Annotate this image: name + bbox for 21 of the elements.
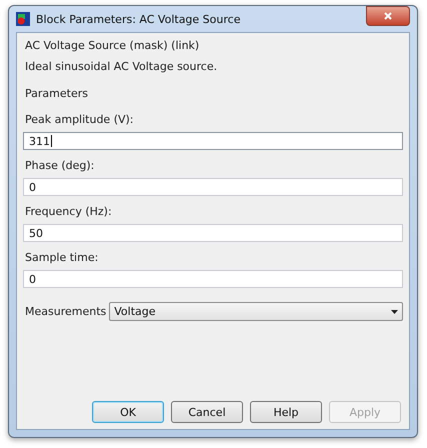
dialog-button[interactable]: OK bbox=[92, 401, 164, 423]
app-icon bbox=[16, 12, 30, 26]
block-header: AC Voltage Source (mask) (link) bbox=[24, 39, 200, 52]
close-button[interactable] bbox=[366, 6, 410, 26]
field-label: Sample time: bbox=[24, 250, 100, 266]
input-field[interactable]: 311 bbox=[23, 132, 403, 150]
section-heading: Parameters bbox=[24, 87, 89, 100]
field-label: Frequency (Hz): bbox=[24, 204, 113, 220]
input-field[interactable]: 0 bbox=[23, 270, 403, 288]
close-icon bbox=[384, 12, 392, 20]
input-field[interactable]: 50 bbox=[23, 224, 403, 242]
block-description: Ideal sinusoidal AC Voltage source. bbox=[24, 60, 218, 73]
caret-icon bbox=[391, 310, 398, 314]
dropdown[interactable]: Voltage bbox=[109, 302, 403, 321]
field-label: Phase (deg): bbox=[24, 158, 96, 174]
input-field[interactable]: 0 bbox=[23, 178, 403, 196]
dropdown-label: Measurements bbox=[24, 305, 106, 318]
window-title: Block Parameters: AC Voltage Source bbox=[36, 12, 242, 26]
dialog-button[interactable]: Cancel bbox=[171, 401, 243, 423]
field-label: Peak amplitude (V): bbox=[24, 112, 135, 128]
dialog-button[interactable]: Help bbox=[250, 401, 322, 423]
